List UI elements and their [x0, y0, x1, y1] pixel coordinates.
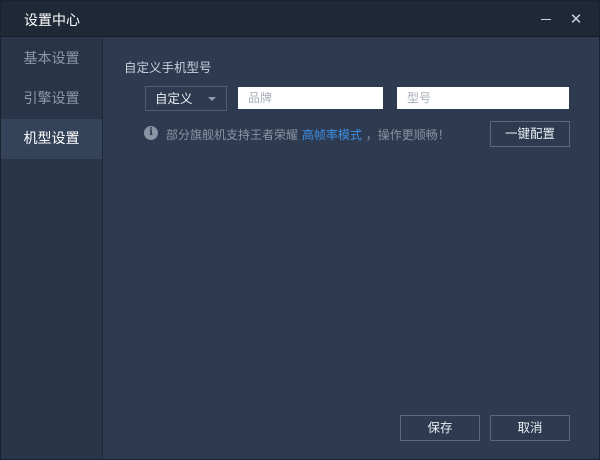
minimize-icon: [541, 18, 551, 20]
device-type-value: 自定义: [155, 91, 193, 106]
window-title: 设置中心: [24, 13, 80, 29]
settings-window: 设置中心 ✕ 基本设置 引擎设置 机型设置 自定义手机型号 自定义 i 部分旗舰…: [0, 0, 600, 460]
model-input[interactable]: [397, 87, 569, 109]
cancel-button[interactable]: 取消: [490, 415, 570, 441]
section-title: 自定义手机型号: [124, 60, 212, 75]
close-button[interactable]: ✕: [564, 7, 588, 31]
info-text-suffix: ，操作更顺畅！: [365, 128, 450, 142]
minimize-button[interactable]: [534, 7, 558, 31]
brand-input[interactable]: [238, 87, 383, 109]
sidebar-item-device-model[interactable]: 机型设置: [1, 119, 102, 159]
info-text: 部分旗舰机支持王者荣耀 高帧率模式 ，操作更顺畅！: [166, 126, 450, 143]
device-type-select[interactable]: 自定义: [145, 86, 227, 111]
info-icon: i: [144, 126, 158, 140]
save-button[interactable]: 保存: [400, 415, 480, 441]
info-text-prefix: 部分旗舰机支持王者荣耀: [166, 128, 299, 142]
one-click-config-button[interactable]: 一键配置: [490, 121, 570, 147]
sidebar: 基本设置 引擎设置 机型设置: [1, 38, 103, 459]
close-icon: ✕: [569, 10, 583, 28]
chevron-down-icon: [208, 97, 216, 101]
title-bar: 设置中心 ✕: [1, 1, 599, 37]
sidebar-item-basic[interactable]: 基本设置: [1, 39, 102, 79]
sidebar-item-engine[interactable]: 引擎设置: [1, 79, 102, 119]
high-framerate-link[interactable]: 高帧率模式: [302, 128, 362, 142]
